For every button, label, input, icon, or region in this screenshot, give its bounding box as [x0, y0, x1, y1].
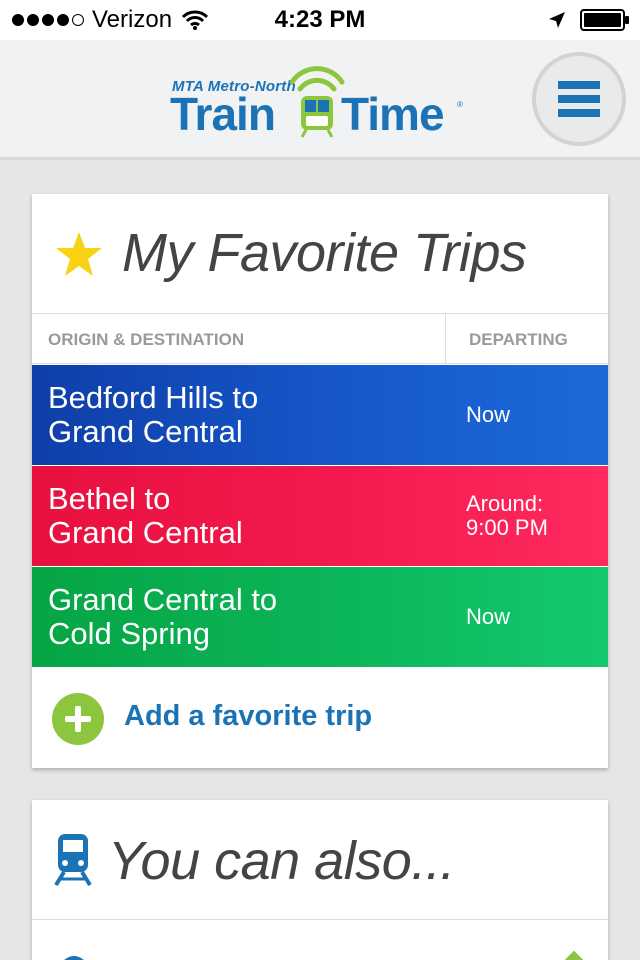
signal-strength-icon [12, 14, 84, 26]
trip-row-grand-central[interactable]: Grand Central to Cold Spring Now [32, 567, 608, 667]
column-header-origin-destination: ORIGIN & DESTINATION [48, 330, 245, 349]
you-can-also-header: You can also... [32, 800, 608, 920]
trip-departing-line2: 9:00 PM [466, 515, 548, 540]
star-icon [56, 232, 102, 276]
carrier-name: Verizon [92, 6, 173, 33]
menu-button[interactable] [532, 52, 626, 146]
logo-word-train: Train [170, 88, 276, 140]
logo-word-time: Time [341, 88, 445, 140]
trip-departing: Now [466, 605, 510, 629]
logo-train-signal-icon [289, 66, 345, 138]
trip-departing: Around: 9:00 PM [466, 492, 548, 540]
trips-column-headers: ORIGIN & DESTINATION DEPARTING [32, 314, 608, 364]
trip-departing-line1: Around: [466, 491, 544, 516]
column-divider [445, 314, 446, 364]
you-can-also-title: You can also... [108, 831, 455, 891]
status-bar: Verizon 4:23 PM [0, 0, 640, 40]
trip-route: Grand Central to Cold Spring [48, 583, 408, 651]
wifi-icon [182, 10, 209, 30]
trip-route-line2: Grand Central [48, 515, 243, 550]
trip-departing-line1: Now [466, 604, 511, 629]
trip-route-line1: Grand Central to [48, 582, 278, 617]
trip-departing-line1: Now [466, 402, 511, 427]
location-arrow-icon [549, 12, 565, 28]
trip-departing: Now [466, 403, 510, 427]
column-header-departing: DEPARTING [469, 330, 568, 349]
partial-list-icon [60, 956, 88, 960]
train-icon [54, 834, 92, 886]
status-bar-left: Verizon [12, 6, 209, 33]
trip-route-line2: Grand Central [48, 414, 243, 449]
favorite-trips-header: My Favorite Trips [32, 194, 608, 314]
you-can-also-card: You can also... [32, 800, 608, 960]
trip-row-bethel[interactable]: Bethel to Grand Central Around: 9:00 PM [32, 466, 608, 566]
train-time-logo[interactable]: MTA Metro-North Train Time ® [168, 60, 468, 156]
plus-circle-icon [52, 693, 104, 745]
trip-route-line2: Cold Spring [48, 616, 210, 651]
partial-chevron-icon [562, 950, 586, 960]
trip-route-line1: Bethel to [48, 481, 171, 516]
hamburger-menu-icon [558, 81, 600, 117]
trip-route-line1: Bedford Hills to [48, 380, 259, 415]
add-favorite-trip-button[interactable]: Add a favorite trip [32, 668, 608, 768]
logo-registered-mark: ® [457, 100, 463, 109]
status-bar-right [548, 8, 630, 32]
trip-row-bedford-hills[interactable]: Bedford Hills to Grand Central Now [32, 365, 608, 465]
favorite-trips-card: My Favorite Trips ORIGIN & DESTINATION D… [32, 194, 608, 768]
trip-route: Bethel to Grand Central [48, 482, 408, 550]
favorite-trips-title: My Favorite Trips [122, 223, 527, 283]
app-header: MTA Metro-North Train Time ® [0, 40, 640, 160]
battery-icon [580, 9, 629, 31]
trip-route: Bedford Hills to Grand Central [48, 381, 408, 449]
add-favorite-trip-label: Add a favorite trip [124, 700, 373, 732]
